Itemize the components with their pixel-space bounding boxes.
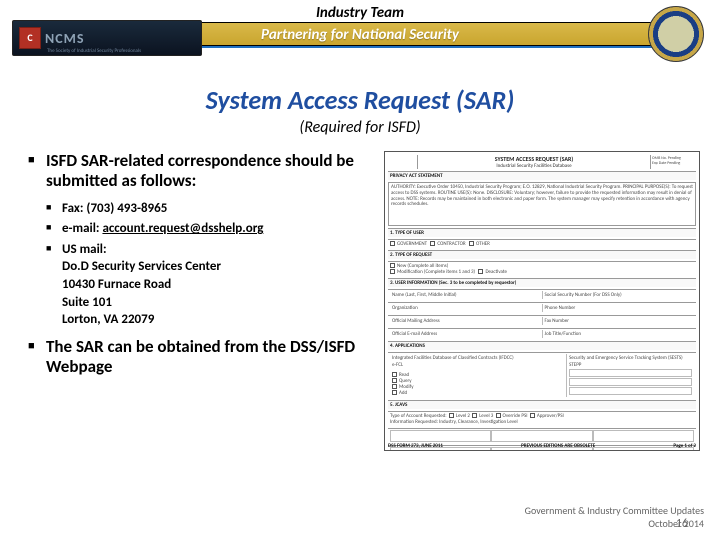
bullet-intro-text: ISFD SAR-related correspondence should b…: [46, 150, 354, 191]
logo-text: NCMS: [45, 30, 85, 47]
form-seal-box: [388, 155, 418, 169]
form-row-name: Name (Last, First, Middle Initial) Socia…: [388, 289, 696, 300]
content-area: ISFD SAR-related correspondence should b…: [0, 151, 720, 377]
slide-footer: Government & Industry Committee Updates …: [525, 505, 704, 530]
form-title: SYSTEM ACCESS REQUEST (SAR): [418, 155, 650, 163]
bullet-obtain: The SAR can be obtained from the DSS/ISF…: [28, 337, 360, 378]
address-line-4: Lorton, VA 22079: [62, 311, 360, 329]
form-sec2-opts: New (Complete all items) Modification (C…: [388, 261, 696, 276]
logo-subtext: The Society of Industrial Security Profe…: [47, 48, 141, 54]
slide-title: System Access Request (SAR): [0, 84, 720, 116]
form-sec3: 3. USER INFORMATION (Sec. 3 to be comple…: [388, 278, 696, 287]
form-omb-box: OMB No. PendingExp Date Pending: [650, 155, 696, 169]
address-line-1: Do.D Security Services Center: [62, 258, 360, 276]
bullet-usmail: US mail: Do.D Security Services Center 1…: [46, 241, 360, 329]
ncms-logo: C NCMS The Society of Industrial Securit…: [12, 20, 202, 56]
address-line-3: Suite 101: [62, 294, 360, 312]
form-sec4: 4. APPLICATIONS: [388, 341, 696, 350]
email-label: e-mail:: [62, 221, 100, 236]
bullet-intro: ISFD SAR-related correspondence should b…: [28, 151, 360, 329]
form-subtitle: Industrial Security Facilities Database: [418, 163, 650, 169]
form-sec5: 5. JCAVS: [388, 400, 696, 409]
page-number: 16: [676, 517, 688, 532]
form-apps: Integrated Facilities Database of Classi…: [388, 352, 696, 398]
tagline-text: Partnering for National Security: [261, 26, 459, 44]
usmail-label: US mail:: [62, 242, 107, 257]
logo-glyph: C: [19, 27, 41, 49]
footer-line-1: Government & Industry Committee Updates: [525, 505, 704, 518]
agency-seal-icon: [648, 6, 704, 62]
sar-form-thumbnail: SYSTEM ACCESS REQUEST (SAR) Industrial S…: [384, 151, 700, 451]
industry-team-label: Industry Team: [0, 0, 720, 22]
form-privacy-header: PRIVACY ACT STATEMENT: [388, 171, 696, 180]
slide-subtitle: (Required for ISFD): [0, 118, 720, 137]
form-privacy-body: AUTHORITY: Executive Order 10450, Indust…: [388, 182, 696, 226]
form-sec1: 1. TYPE OF USER: [388, 228, 696, 237]
bullet-fax: Fax: (703) 493-8965: [46, 200, 360, 218]
form-sec2: 2. TYPE OF REQUEST: [388, 250, 696, 259]
email-address: account.request@dsshelp.org: [102, 221, 263, 236]
slide-header: Industry Team Partnering for National Se…: [0, 0, 720, 72]
form-sec1-opts: GOVERNMENT CONTRACTOR OTHER: [388, 239, 696, 248]
form-footer: DSS FORM 273, JUNE 2011 PREVIOUS EDITION…: [388, 443, 696, 449]
address-line-2: 10430 Furnace Road: [62, 276, 360, 294]
bullet-email: e-mail: account.request@dsshelp.org: [46, 220, 360, 238]
bullet-column: ISFD SAR-related correspondence should b…: [0, 151, 360, 377]
form-jcavs: Type of Account Requested: Level 2 Level…: [388, 411, 696, 426]
